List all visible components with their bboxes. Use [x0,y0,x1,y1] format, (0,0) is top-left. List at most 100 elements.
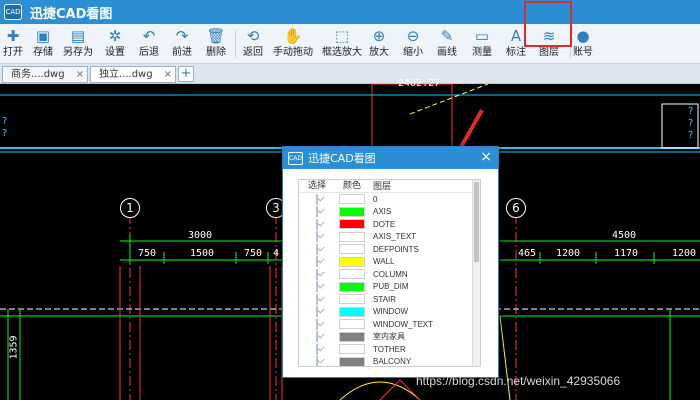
layer-row[interactable]: TOTHER [299,343,480,356]
unknown-glyph: ? [2,128,8,139]
layer-color-swatch[interactable] [339,219,365,230]
layer-name: TOTHER [373,344,406,354]
layer-visible-checkbox[interactable] [316,256,318,268]
zoom-out-button[interactable]: ⊖ 缩小 [396,26,430,62]
layer-visible-checkbox[interactable] [316,193,318,205]
close-icon[interactable]: × [76,67,84,82]
add-tab-button[interactable]: + [178,66,194,82]
app-logo-icon: CAD [4,4,22,20]
toolbar: ✚ 打开 ▣ 存储 ▤ 另存为 ✲ 设置 ↶ 后退 ↷ 前进 🗑 删除 ⟲ 返回 ✋ 手动拖动 ⬚… [0,24,700,64]
forward-button[interactable]: ↷ 前进 [165,26,199,62]
header-layer: 图层 [373,181,392,191]
hand-icon: ✋ [283,27,303,45]
layer-color-swatch[interactable] [339,269,365,280]
top-dimension-text: 2402.27 [398,78,441,89]
layer-visible-checkbox[interactable] [316,206,318,218]
close-icon[interactable]: × [480,149,492,165]
layer-rows: 0 AXIS DOTE AXIS_TEXT DEFPOINTS WALL COLUMN PUB… [299,193,480,367]
watermark-text: https://blog.csdn.net/weixin_42935066 [416,374,621,388]
layer-row[interactable]: DOTE [299,218,480,231]
draw-line-button[interactable]: ✎ 画线 [430,26,464,62]
layer-color-swatch[interactable] [339,256,365,267]
zoom-in-button[interactable]: ⊕ 放大 [362,26,396,62]
header-color: 颜色 [342,181,361,191]
layer-row[interactable]: AXIS_TEXT [299,231,480,244]
app-title: 迅捷CAD看图 [30,6,113,22]
layer-color-swatch[interactable] [339,194,365,205]
scrollbar-thumb[interactable] [474,182,479,262]
tab-bar: 商务....dwg × 独立....dwg × + [0,64,700,84]
layer-visible-checkbox[interactable] [316,331,318,343]
layer-row[interactable]: WINDOW_TEXT [299,318,480,331]
layer-name: DOTE [373,219,396,229]
layer-color-swatch[interactable] [339,319,365,330]
layer-visible-checkbox[interactable] [316,293,318,305]
layer-color-swatch[interactable] [339,331,365,342]
layer-row[interactable]: AXIS [299,206,480,219]
dimension-text: 3000 [188,230,213,241]
box-zoom-button[interactable]: ⬚ 框选放大 [318,26,366,62]
layer-visible-checkbox[interactable] [316,281,318,293]
layer-visible-checkbox[interactable] [316,318,318,330]
layer-row[interactable]: COLUMN [299,268,480,281]
layer-color-swatch[interactable] [339,281,365,292]
layer-visible-checkbox[interactable] [316,268,318,280]
box-zoom-icon: ⬚ [334,27,350,45]
layer-visible-checkbox[interactable] [316,243,318,255]
unknown-glyph: ? [2,116,8,127]
layer-name: DEFPOINTS [373,244,419,254]
undo-arrow-icon: ↶ [142,27,156,45]
layer-visible-checkbox[interactable] [316,343,318,355]
pan-button[interactable]: ✋ 手动拖动 [269,26,317,62]
trash-icon: 🗑 [206,27,226,45]
layer-table: 选择 颜色 图层 0 AXIS DOTE AXIS_TEXT DEFPOINTS WALL… [298,179,481,367]
layer-name: COLUMN [373,269,408,279]
zoom-in-icon: ⊕ [372,27,386,45]
layer-row[interactable]: 0 [299,193,480,206]
layer-color-swatch[interactable] [339,244,365,255]
layer-row[interactable]: WINDOW [299,306,480,319]
measure-button[interactable]: ▭ 测量 [465,26,499,62]
layer-row[interactable]: WALL [299,256,480,269]
layer-row[interactable]: BALCONY [299,356,480,367]
layer-table-scrollbar[interactable] [472,180,480,366]
tab-standalone-dwg[interactable]: 独立....dwg × [90,66,176,83]
layer-name: 室内家具 [373,332,405,342]
dimension-text: 465 [518,248,537,259]
layer-row[interactable]: PUB_DIM [299,281,480,294]
close-icon[interactable]: × [164,67,172,82]
layer-visible-checkbox[interactable] [316,231,318,243]
layer-row[interactable]: STAIR [299,293,480,306]
layer-color-swatch[interactable] [339,294,365,305]
back-button[interactable]: ↶ 后退 [132,26,166,62]
dimension-text: 750 [138,248,157,259]
tab-commercial-dwg[interactable]: 商务....dwg × [2,66,88,83]
layer-color-swatch[interactable] [339,306,365,317]
layer-color-swatch[interactable] [339,356,365,366]
return-button[interactable]: ⟲ 返回 [236,26,270,62]
layer-row[interactable]: 室内家具 [299,331,480,344]
layer-name: BALCONY [373,357,412,367]
dimension-text: 1359 [8,335,20,360]
unknown-glyph: ? [688,118,694,129]
layer-visible-checkbox[interactable] [316,306,318,318]
axis-bubble-6: 6 [506,198,526,218]
dialog-title-bar[interactable]: CAD 迅捷CAD看图 × [283,147,498,169]
save-as-button[interactable]: ▤ 另存为 [54,26,102,62]
dialog-title: 迅捷CAD看图 [308,152,376,165]
layer-color-swatch[interactable] [339,344,365,355]
layer-name: WINDOW_TEXT [373,319,433,329]
dimension-text: 750 [244,248,263,259]
layers-highlight-box [524,1,572,47]
layer-visible-checkbox[interactable] [316,356,318,366]
settings-button[interactable]: ✲ 设置 [98,26,132,62]
layer-visible-checkbox[interactable] [316,218,318,230]
layer-color-swatch[interactable] [339,206,365,217]
delete-button[interactable]: 🗑 删除 [199,26,233,62]
layer-color-swatch[interactable] [339,231,365,242]
dimension-text: 4500 [612,230,637,241]
axis-bubble-1: 1 [120,198,140,218]
save-as-icon: ▤ [70,27,86,45]
layer-name: AXIS_TEXT [373,232,417,242]
layer-row[interactable]: DEFPOINTS [299,243,480,256]
